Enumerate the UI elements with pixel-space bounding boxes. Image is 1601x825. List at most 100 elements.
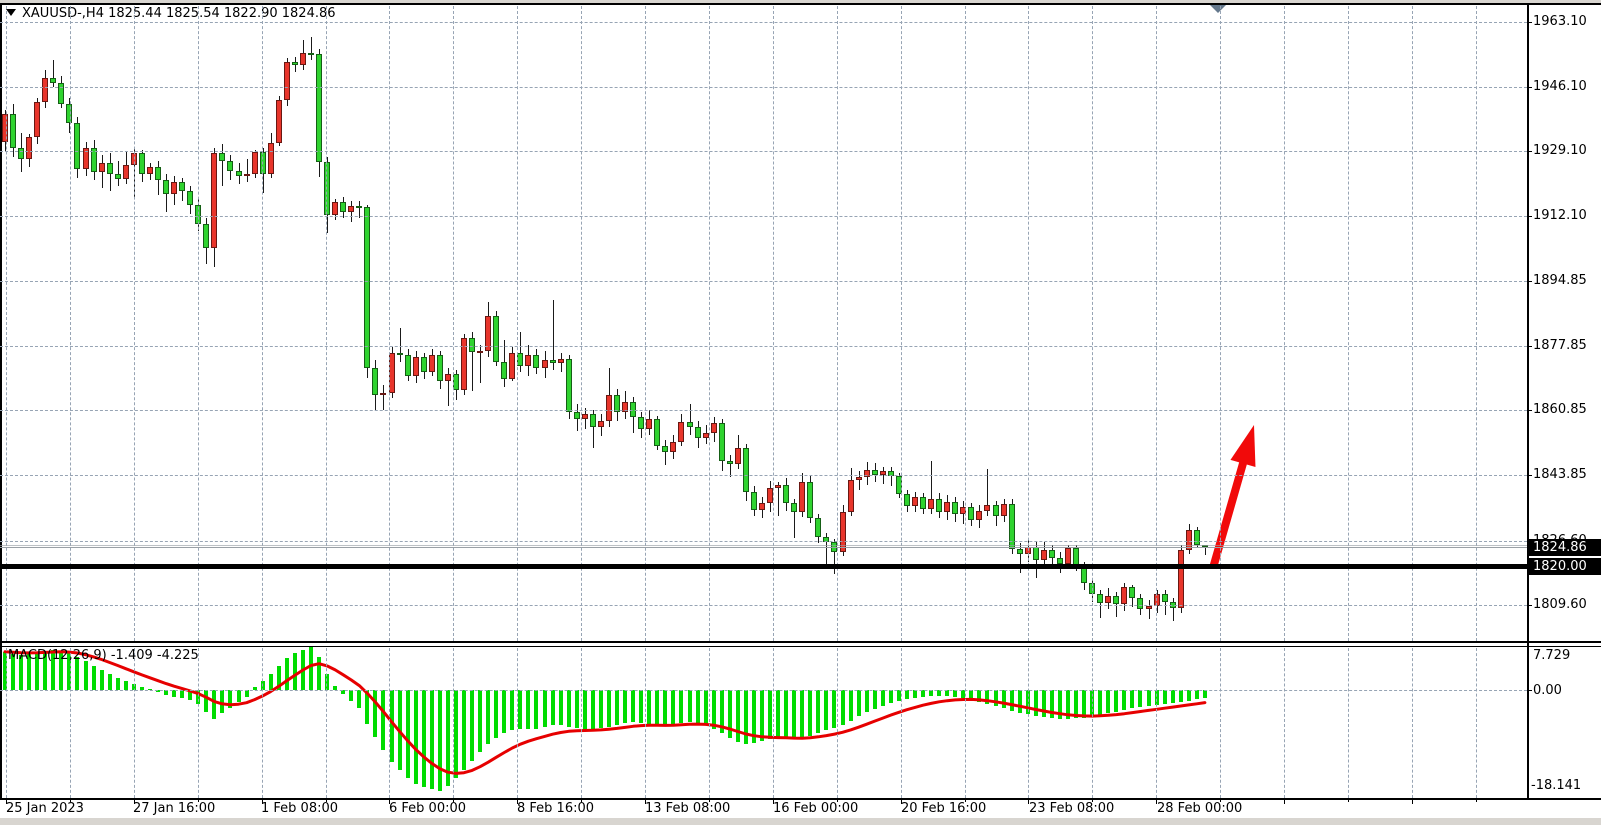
time-label: 27 Jan 16:00 bbox=[133, 801, 215, 816]
time-label: 25 Jan 2023 bbox=[6, 801, 84, 816]
grid-vline bbox=[326, 6, 327, 641]
grid-vline bbox=[1220, 6, 1221, 641]
grid-hline bbox=[0, 87, 1527, 88]
grid-vline bbox=[773, 6, 774, 641]
price-label: 1946.10 bbox=[1533, 79, 1587, 94]
horizontal-line-1820[interactable] bbox=[0, 564, 1527, 569]
price-axis-tick bbox=[1527, 605, 1532, 606]
macd-zero-line bbox=[0, 690, 1527, 691]
grid-vline bbox=[262, 6, 263, 641]
grid-vline bbox=[773, 648, 774, 798]
price-badge: 1824.86 bbox=[1528, 539, 1601, 556]
time-label: 16 Feb 00:00 bbox=[773, 801, 858, 816]
grid-vline bbox=[6, 6, 7, 641]
grid-vline bbox=[1412, 648, 1413, 798]
grid-vline bbox=[645, 648, 646, 798]
time-label: 1 Feb 08:00 bbox=[261, 801, 338, 816]
time-label: 20 Feb 16:00 bbox=[901, 801, 986, 816]
macd-zero-label: 0.00 bbox=[1533, 683, 1562, 698]
price-label: 1860.85 bbox=[1533, 402, 1587, 417]
trading-chart-window: XAUUSD-,H4 1825.44 1825.54 1822.90 1824.… bbox=[0, 0, 1601, 825]
time-axis-tick bbox=[1476, 799, 1477, 802]
macd-upper-label: 7.729 bbox=[1533, 648, 1570, 663]
grid-vline bbox=[6, 648, 7, 798]
price-axis-tick bbox=[1527, 22, 1532, 23]
price-axis-tick bbox=[1527, 346, 1532, 347]
grid-vline bbox=[1220, 648, 1221, 798]
grid-vline bbox=[262, 648, 263, 798]
grid-vline bbox=[1412, 6, 1413, 641]
time-label: 6 Feb 00:00 bbox=[389, 801, 466, 816]
time-label: 28 Feb 00:00 bbox=[1157, 801, 1242, 816]
grid-vline bbox=[70, 6, 71, 641]
grid-vline bbox=[453, 6, 454, 641]
grid-vline bbox=[837, 648, 838, 798]
price-label: 1809.60 bbox=[1533, 597, 1587, 612]
grid-hline bbox=[0, 346, 1527, 347]
ask-price-line bbox=[0, 545, 1527, 546]
time-axis-tick bbox=[1412, 799, 1413, 804]
grid-hline bbox=[0, 541, 1527, 542]
grid-vline bbox=[198, 648, 199, 798]
price-axis-tick bbox=[1527, 410, 1532, 411]
price-axis-tick bbox=[1527, 87, 1532, 88]
macd-lower-label: -18.141 bbox=[1531, 778, 1581, 793]
price-axis-tick bbox=[1527, 151, 1532, 152]
time-label: 13 Feb 08:00 bbox=[645, 801, 730, 816]
grid-hline bbox=[0, 216, 1527, 217]
grid-vline bbox=[389, 648, 390, 798]
grid-vline bbox=[1156, 6, 1157, 641]
price-axis-tick bbox=[1527, 475, 1532, 476]
time-axis-tick bbox=[1348, 799, 1349, 802]
grid-vline bbox=[517, 648, 518, 798]
grid-vline bbox=[1028, 648, 1029, 798]
price-label: 1912.10 bbox=[1533, 208, 1587, 223]
grid-vline bbox=[581, 6, 582, 641]
macd-signal-line bbox=[5, 652, 1205, 774]
grid-vline bbox=[389, 6, 390, 641]
grid-vline bbox=[134, 648, 135, 798]
price-label: 1894.85 bbox=[1533, 273, 1587, 288]
grid-vline bbox=[965, 6, 966, 641]
grid-vline bbox=[901, 648, 902, 798]
price-label: 1929.10 bbox=[1533, 143, 1587, 158]
grid-hline bbox=[0, 475, 1527, 476]
price-label: 1963.10 bbox=[1533, 14, 1587, 29]
price-axis-tick bbox=[1527, 281, 1532, 282]
time-label: 23 Feb 08:00 bbox=[1029, 801, 1114, 816]
grid-vline bbox=[709, 648, 710, 798]
macd-axis-tick bbox=[1527, 690, 1532, 691]
grid-vline bbox=[1156, 648, 1157, 798]
grid-vline bbox=[1284, 648, 1285, 798]
chart-overlay bbox=[0, 0, 1601, 825]
time-axis-tick bbox=[1284, 799, 1285, 804]
grid-hline bbox=[0, 605, 1527, 606]
grid-vline bbox=[837, 6, 838, 641]
price-label: 1843.85 bbox=[1533, 467, 1587, 482]
grid-vline bbox=[1348, 648, 1349, 798]
time-label: 8 Feb 16:00 bbox=[517, 801, 594, 816]
grid-vline bbox=[645, 6, 646, 641]
bid-price-line bbox=[0, 547, 1527, 548]
grid-vline bbox=[1092, 648, 1093, 798]
grid-vline bbox=[1092, 6, 1093, 641]
grid-vline bbox=[901, 6, 902, 641]
grid-vline bbox=[581, 648, 582, 798]
grid-vline bbox=[453, 648, 454, 798]
price-axis-tick bbox=[1527, 216, 1532, 217]
grid-vline bbox=[1348, 6, 1349, 641]
grid-vline bbox=[70, 648, 71, 798]
grid-vline bbox=[326, 648, 327, 798]
grid-vline bbox=[709, 6, 710, 641]
grid-vline bbox=[1284, 6, 1285, 641]
price-badge: 1820.00 bbox=[1528, 558, 1601, 575]
grid-vline bbox=[1476, 6, 1477, 641]
grid-vline bbox=[134, 6, 135, 641]
price-label: 1877.85 bbox=[1533, 338, 1587, 353]
grid-vline bbox=[198, 6, 199, 641]
grid-vline bbox=[517, 6, 518, 641]
grid-vline bbox=[965, 648, 966, 798]
grid-vline bbox=[1028, 6, 1029, 641]
grid-hline bbox=[0, 22, 1527, 23]
macd-indicator-label: MACD(12,26,9) -1.409 -4.225 bbox=[8, 648, 199, 663]
